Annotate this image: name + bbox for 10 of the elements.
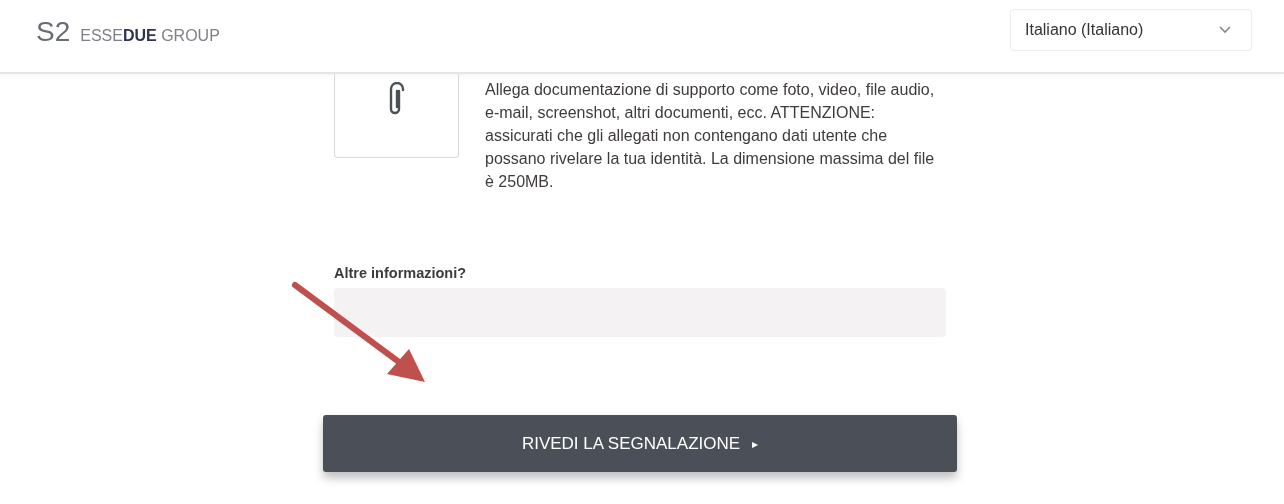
chevron-down-icon (1219, 26, 1231, 34)
attachment-dropzone[interactable] (334, 74, 459, 158)
logo-mark: S2 (36, 16, 71, 48)
attachment-instructions: Allega documentazione di supporto come foto, video, file audio, e-mail, screenshot, altri documenti, ecc. ATTENZIONE: assicurati che gli allegati non contengano dati utente che possano rivelare la tua identità. La dimensione massima del file è 250MB. (485, 80, 935, 192)
paperclip-icon (388, 82, 405, 116)
input-field[interactable] (334, 288, 946, 337)
review-report-button[interactable]: RIVEDI LA SEGNALAZIONE ▸ (323, 415, 957, 472)
logo-text: ESSEDUE GROUP (80, 27, 220, 45)
language-select[interactable]: Italiano (Italiano) (1010, 9, 1252, 51)
field-label: Altre informazioni? (334, 265, 468, 281)
